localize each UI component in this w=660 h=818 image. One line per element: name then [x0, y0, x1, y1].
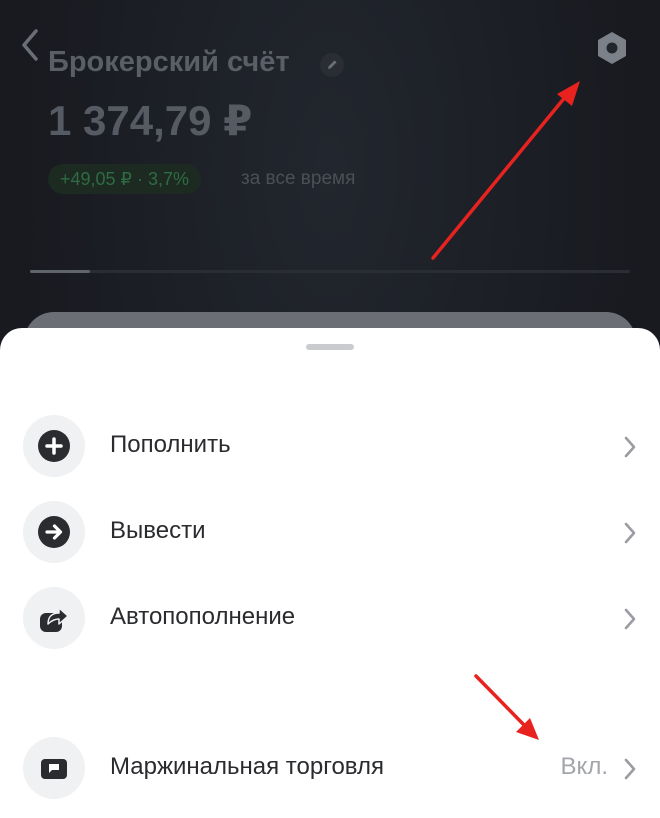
chevron-left-icon	[22, 29, 38, 61]
deposit-row[interactable]: Пополнить	[0, 415, 660, 479]
chevron-right-icon	[624, 522, 636, 544]
margin-trading-row[interactable]: Маржинальная торговля Вкл.	[0, 737, 660, 801]
plus-circle-icon	[38, 430, 70, 462]
account-title: Брокерский счёт	[48, 46, 290, 78]
chevron-right-icon	[624, 758, 636, 780]
period-label: за все время	[241, 168, 356, 189]
withdraw-row[interactable]: Вывести	[0, 501, 660, 565]
arrow-right-circle-icon	[38, 516, 70, 548]
settings-button[interactable]	[594, 30, 630, 66]
pencil-icon	[328, 60, 337, 69]
auto-replenish-row[interactable]: Автопополнение	[0, 587, 660, 651]
back-button[interactable]	[16, 28, 46, 62]
icon-container	[23, 415, 85, 477]
auto-replenish-icon	[40, 607, 69, 632]
withdraw-label: Вывести	[110, 517, 206, 544]
hexagon-settings-icon	[598, 32, 626, 64]
icon-container	[23, 587, 85, 649]
profit-badge: +49,05 ₽ · 3,7%	[48, 164, 202, 194]
icon-container	[23, 737, 85, 799]
progress-fill	[30, 270, 90, 273]
chevron-right-icon	[624, 436, 636, 458]
auto-replenish-label: Автопополнение	[110, 603, 296, 630]
margin-wallet-icon	[41, 759, 67, 779]
bottom-sheet: Пополнить Вывести Автопополнение Маржина…	[0, 328, 660, 818]
margin-trading-status: Вкл.	[560, 753, 608, 780]
margin-trading-label: Маржинальная торговля	[110, 753, 384, 780]
deposit-label: Пополнить	[110, 431, 231, 458]
chevron-right-icon	[624, 608, 636, 630]
edit-button[interactable]	[320, 53, 344, 77]
balance-amount: 1 374,79 ₽	[48, 97, 253, 144]
sheet-handle[interactable]	[306, 344, 354, 350]
progress-track	[30, 270, 630, 273]
icon-container	[23, 501, 85, 563]
